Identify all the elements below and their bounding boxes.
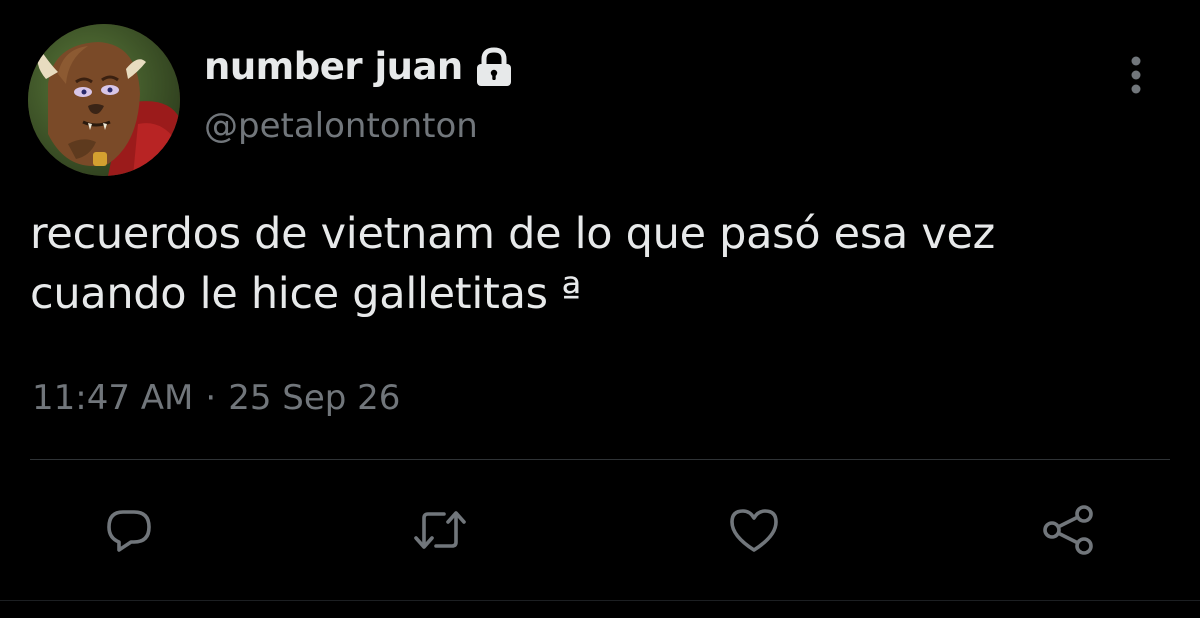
tweet-text-line: recuerdos de vietnam de lo que pasó esa … [30, 209, 995, 259]
handle[interactable]: @petalontonton [204, 106, 478, 146]
lock-icon [473, 45, 515, 89]
share-icon [1043, 505, 1093, 555]
like-button[interactable] [722, 498, 786, 562]
heart-icon [730, 509, 778, 552]
action-bar [0, 498, 1200, 562]
reply-button[interactable] [97, 498, 161, 562]
more-options-button[interactable] [1112, 48, 1160, 102]
tweet-timestamp[interactable]: 11:47 AM · 25 Sep 26 [32, 378, 400, 418]
share-button[interactable] [1036, 498, 1100, 562]
tweet-text-line: cuando le hice galletitas ª [30, 269, 582, 319]
tweet-date: 25 Sep 26 [228, 378, 401, 418]
tweet-card: number juan @petalontonton recuerdos de … [0, 0, 1200, 618]
tweet-time: 11:47 AM [32, 378, 194, 418]
reply-icon [107, 510, 151, 552]
more-vertical-icon [1131, 56, 1141, 94]
avatar[interactable] [28, 24, 180, 176]
divider [30, 459, 1170, 460]
bottom-divider [0, 600, 1200, 601]
tweet-text: recuerdos de vietnam de lo que pasó esa … [30, 204, 1190, 324]
meta-separator: · [205, 378, 217, 418]
author-name-row: number juan [204, 40, 515, 92]
retweet-icon [414, 511, 466, 549]
retweet-button[interactable] [408, 498, 472, 562]
display-name[interactable]: number juan [204, 45, 463, 88]
